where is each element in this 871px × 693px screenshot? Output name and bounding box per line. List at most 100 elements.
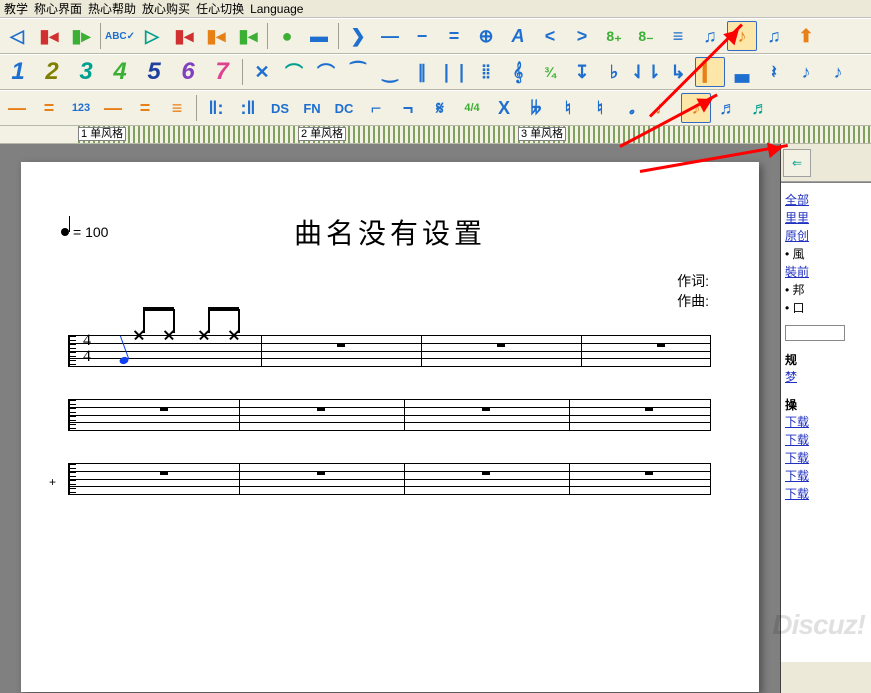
- num123-icon[interactable]: 123: [66, 93, 96, 123]
- barline[interactable]: [404, 463, 405, 495]
- barline[interactable]: [421, 335, 422, 367]
- rest-icon[interactable]: ▃: [727, 57, 757, 87]
- target-icon[interactable]: ⊕: [471, 21, 501, 51]
- whole-rest[interactable]: [497, 343, 505, 347]
- bar-icon[interactable]: ▬: [304, 21, 334, 51]
- whole-rest[interactable]: [657, 343, 665, 347]
- thirtysecond-icon[interactable]: ♬: [745, 93, 775, 123]
- download-link[interactable]: 下载: [785, 413, 867, 431]
- time44-icon[interactable]: 4/4: [457, 93, 487, 123]
- add-circle-icon[interactable]: 8₊: [599, 21, 629, 51]
- bars-icon[interactable]: ≡: [663, 21, 693, 51]
- tie-icon[interactable]: ⁀: [343, 57, 373, 87]
- menu-purchase[interactable]: 放心购买: [142, 0, 190, 17]
- dc-icon[interactable]: DC: [329, 93, 359, 123]
- style-track[interactable]: 1 单风格 2 单风格 3 单风格: [0, 126, 871, 144]
- style-block-2[interactable]: 2 单风格: [298, 127, 346, 141]
- doubleflat-icon[interactable]: 𝄫: [521, 93, 551, 123]
- whole-rest[interactable]: [482, 407, 490, 411]
- repeat-start-icon[interactable]: ‖:: [201, 93, 231, 123]
- x-blue-icon[interactable]: X: [489, 93, 519, 123]
- time34-icon[interactable]: ¾: [535, 57, 565, 87]
- barline[interactable]: [581, 335, 582, 367]
- slur2-icon[interactable]: ⌒: [311, 57, 341, 87]
- double-stem-icon[interactable]: ⇃⇂: [631, 57, 661, 87]
- barline[interactable]: [569, 399, 570, 431]
- cursor-left-icon[interactable]: ◁: [2, 21, 32, 51]
- eighth-notes-icon[interactable]: ♫: [695, 21, 725, 51]
- credits[interactable]: 作词: 作曲:: [61, 272, 709, 311]
- staff-2[interactable]: [69, 399, 711, 431]
- dash-icon[interactable]: —: [375, 21, 405, 51]
- time-signature[interactable]: 4 4: [83, 333, 91, 365]
- minus-icon[interactable]: −: [407, 21, 437, 51]
- style-block-1[interactable]: 1 单风格: [78, 127, 126, 141]
- sixteenth-icon[interactable]: ♬: [713, 93, 743, 123]
- barline[interactable]: [261, 335, 262, 367]
- cursor2-icon[interactable]: ▷: [137, 21, 167, 51]
- score-title[interactable]: 曲名没有设置: [61, 212, 719, 252]
- document-scroll[interactable]: = 100 曲名没有设置 作词: 作曲: 4 4: [0, 144, 780, 693]
- whole-note-icon[interactable]: 𝅗: [617, 93, 647, 123]
- download-link[interactable]: 下载: [785, 431, 867, 449]
- num-6[interactable]: 6: [172, 57, 204, 87]
- segno-icon[interactable]: 𝄋: [425, 93, 455, 123]
- ledger-icon[interactable]: ↧: [567, 57, 597, 87]
- marker1-icon[interactable]: ▮◂: [34, 21, 64, 51]
- menu-switch[interactable]: 任心切换: [196, 0, 244, 17]
- arrow-wave-icon[interactable]: ↳: [663, 57, 693, 87]
- fn-icon[interactable]: FN: [297, 93, 327, 123]
- style-block-3[interactable]: 3 单风格: [518, 127, 566, 141]
- menu-help[interactable]: 热心帮助: [88, 0, 136, 17]
- num-4[interactable]: 4: [104, 57, 136, 87]
- marker2-icon[interactable]: ▮▸: [66, 21, 96, 51]
- whole-rest[interactable]: [160, 471, 168, 475]
- flat-icon[interactable]: ♭: [599, 57, 629, 87]
- side-link[interactable]: 原创: [785, 227, 867, 245]
- download-link[interactable]: 下载: [785, 485, 867, 503]
- equal-thin-icon[interactable]: =: [34, 93, 64, 123]
- menu-language[interactable]: Language: [250, 2, 303, 16]
- side-link[interactable]: 裝前: [785, 263, 867, 281]
- side-link[interactable]: 全部: [785, 191, 867, 209]
- eighth2-icon[interactable]: ♪: [823, 57, 853, 87]
- marker4-icon[interactable]: ▮◂: [201, 21, 231, 51]
- whole-rest[interactable]: [645, 407, 653, 411]
- tempo-mark[interactable]: = 100: [61, 224, 108, 240]
- upload-icon[interactable]: ⬆: [791, 21, 821, 51]
- remove-circle-icon[interactable]: 8₋: [631, 21, 661, 51]
- num-3[interactable]: 3: [70, 57, 102, 87]
- note-flag1-icon[interactable]: ♪: [727, 21, 757, 51]
- note-flag2-icon[interactable]: ▎: [695, 57, 725, 87]
- selected-note[interactable]: [119, 356, 130, 366]
- num-7[interactable]: 7: [206, 57, 238, 87]
- equal-orange-icon[interactable]: =: [130, 93, 160, 123]
- side-link[interactable]: 里里: [785, 209, 867, 227]
- num-2[interactable]: 2: [36, 57, 68, 87]
- menu-teaching[interactable]: 教学: [4, 0, 28, 17]
- corner1-icon[interactable]: ⌐: [361, 93, 391, 123]
- quarter-rest-icon[interactable]: 𝄽: [759, 57, 789, 87]
- x-icon[interactable]: ✕: [247, 57, 277, 87]
- whole-rest[interactable]: [482, 471, 490, 475]
- side-input[interactable]: [785, 325, 845, 341]
- num-1[interactable]: 1: [2, 57, 34, 87]
- eighth-orange-icon[interactable]: ♪: [681, 93, 711, 123]
- repeat-end-icon[interactable]: :‖: [233, 93, 263, 123]
- side-body[interactable]: 全部 里里 原创 • 風 裝前 • 邦 • 口 规 梦 操 下载 下载 下载 下…: [781, 182, 871, 662]
- whole-rest[interactable]: [337, 343, 345, 347]
- ds-icon[interactable]: DS: [265, 93, 295, 123]
- side-arrow-button[interactable]: ⇐: [783, 149, 811, 177]
- dash-orange-icon[interactable]: —: [98, 93, 128, 123]
- eighth1-icon[interactable]: ♪: [791, 57, 821, 87]
- staff-1[interactable]: 4 4: [69, 335, 711, 367]
- barlines1-icon[interactable]: ∥: [407, 57, 437, 87]
- download-link[interactable]: 下载: [785, 449, 867, 467]
- play-icon[interactable]: ❯: [343, 21, 373, 51]
- equals-icon[interactable]: =: [439, 21, 469, 51]
- marker3-icon[interactable]: ▮◂: [169, 21, 199, 51]
- menu-interface[interactable]: 称心界面: [34, 0, 82, 17]
- staff-3[interactable]: +: [69, 463, 711, 495]
- num-5[interactable]: 5: [138, 57, 170, 87]
- italic-a-icon[interactable]: A: [503, 21, 533, 51]
